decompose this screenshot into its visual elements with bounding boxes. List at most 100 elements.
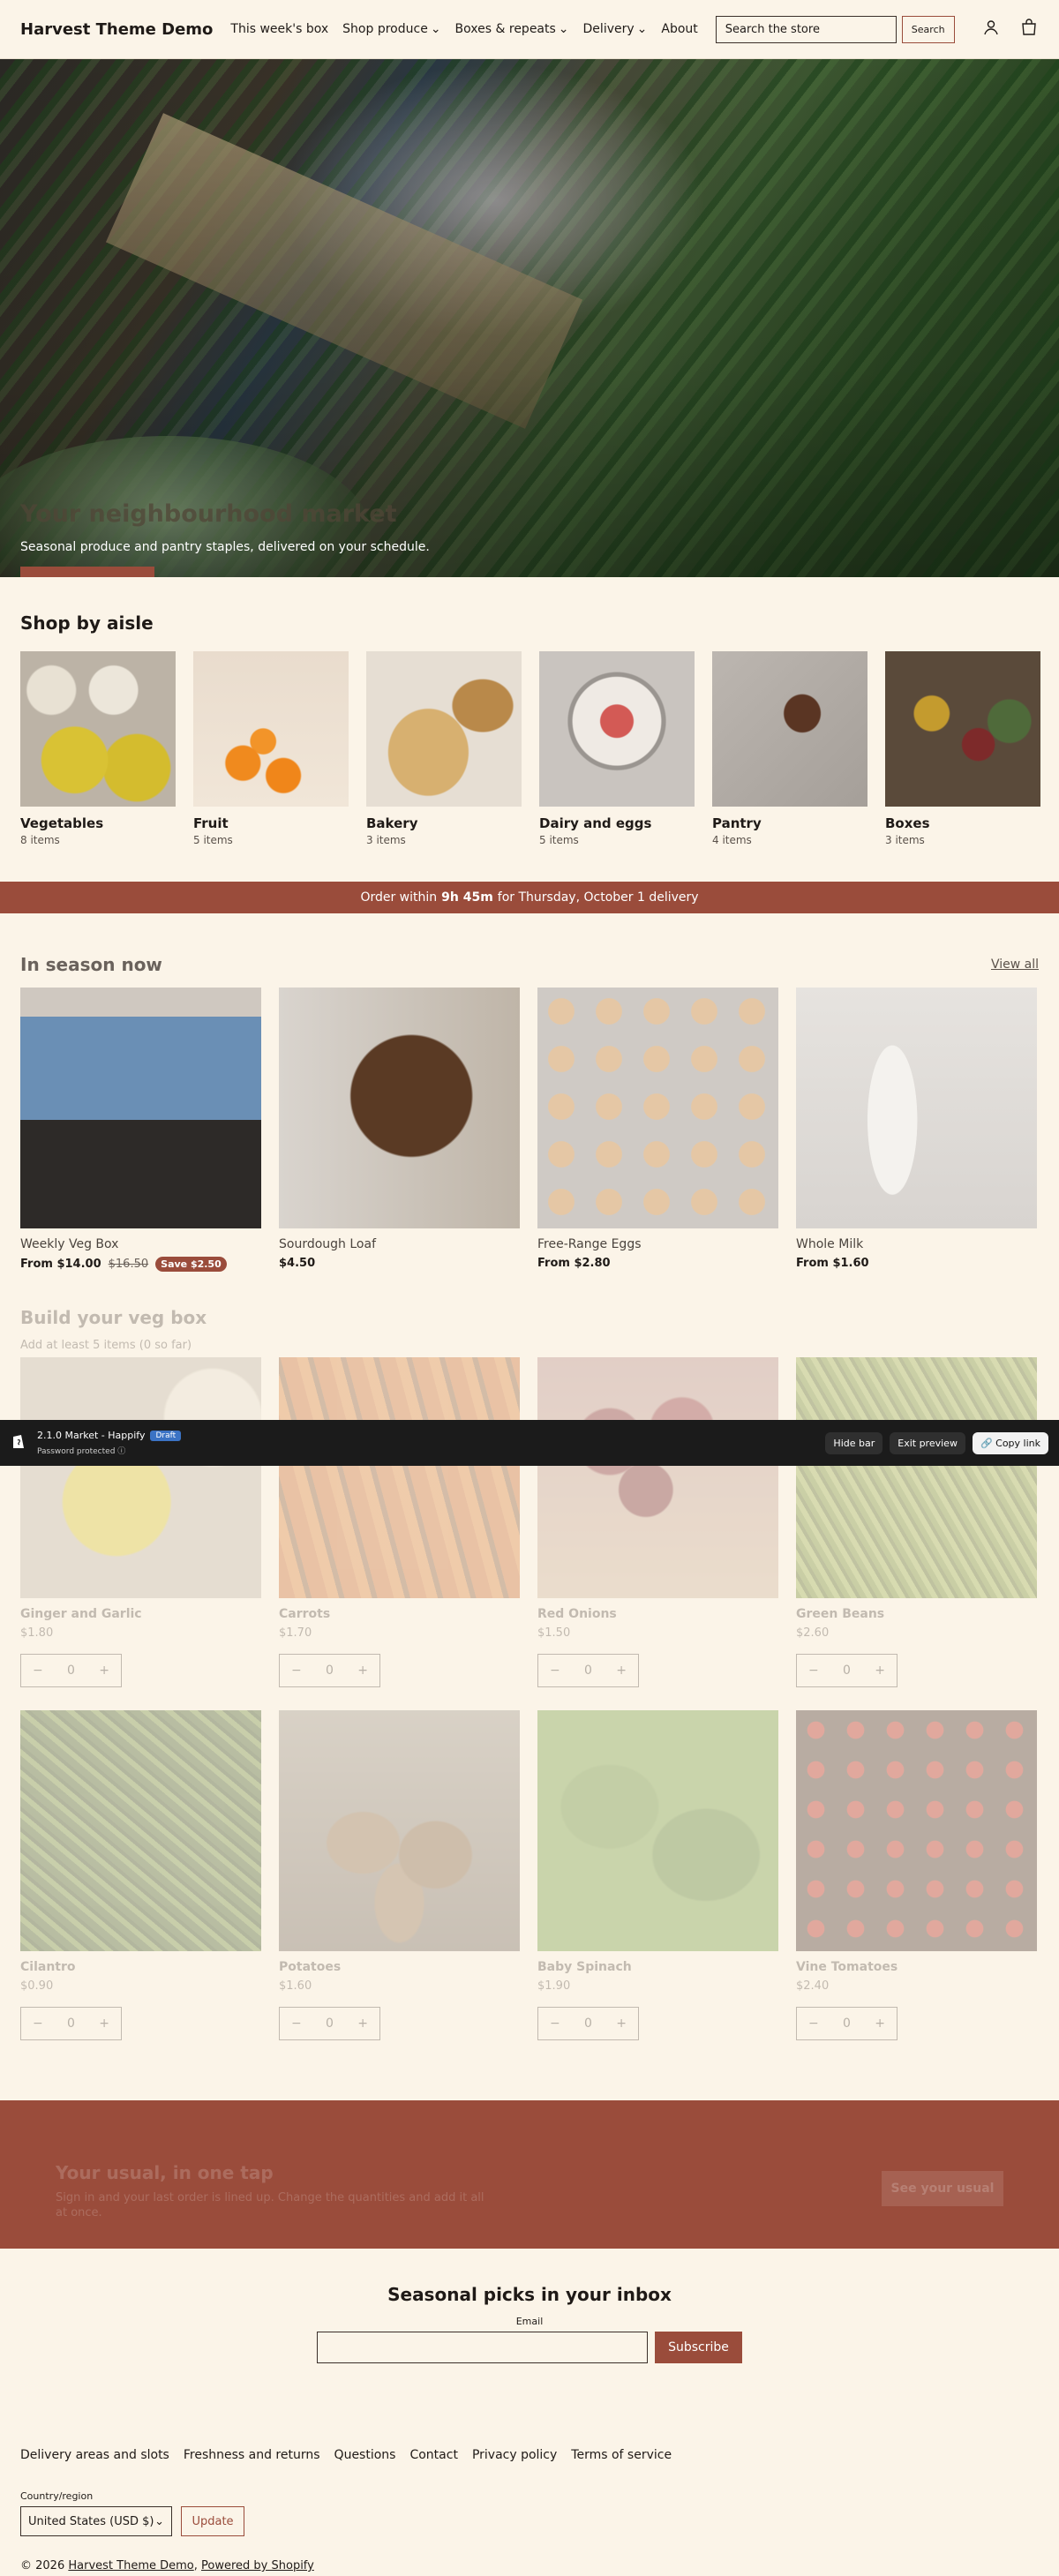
veg-card[interactable]: Green Beans $2.60 − 0 + <box>796 1357 1037 1687</box>
increase-button[interactable]: + <box>867 1664 893 1678</box>
increase-button[interactable]: + <box>608 2016 635 2031</box>
product-price: $1.50 <box>537 1626 571 1640</box>
aisle-image <box>712 651 867 807</box>
aisle-count: 3 items <box>885 834 925 846</box>
product-name: Red Onions <box>537 1607 617 1621</box>
nav-delivery[interactable]: Delivery ⌄ <box>583 22 648 36</box>
shop-the-market-button[interactable]: Shop the market <box>20 567 154 577</box>
copyright: © 2026 Harvest Theme Demo, Powered by Sh… <box>20 2559 314 2572</box>
hide-bar-button[interactable]: Hide bar <box>825 1431 883 1454</box>
product-card[interactable]: Weekly Veg Box From $14.00 $16.50 Save $… <box>20 988 261 1272</box>
product-card[interactable]: Free-Range Eggs From $2.80 <box>537 988 778 1272</box>
search-input[interactable] <box>715 15 897 43</box>
hero-title: Your neighbourhood market <box>20 500 397 528</box>
view-all-link[interactable]: View all <box>991 958 1039 972</box>
veg-card[interactable]: Ginger and Garlic $1.80 − 0 + <box>20 1357 261 1687</box>
footer-link[interactable]: Freshness and returns <box>184 2448 320 2462</box>
nav-about[interactable]: About <box>661 22 697 36</box>
decrease-button[interactable]: − <box>542 1664 568 1678</box>
product-price: From $2.80 <box>537 1257 778 1270</box>
product-price: $2.40 <box>796 1979 830 1993</box>
store-link[interactable]: Harvest Theme Demo <box>68 2559 193 2572</box>
aisle-card[interactable]: Pantry 4 items <box>712 651 867 846</box>
powered-by-link[interactable]: Powered by Shopify <box>201 2559 314 2572</box>
delivery-countdown-banner: Order within 9h 45m for Thursday, Octobe… <box>0 882 1059 913</box>
product-card[interactable]: Sourdough Loaf $4.50 <box>279 988 520 1272</box>
product-name: Vine Tomatoes <box>796 1960 898 1974</box>
quantity-value[interactable]: 0 <box>316 1664 342 1678</box>
product-name: Ginger and Garlic <box>20 1607 142 1621</box>
decrease-button[interactable]: − <box>25 1664 51 1678</box>
decrease-button[interactable]: − <box>283 2016 310 2031</box>
info-icon[interactable]: ⓘ <box>117 1447 125 1456</box>
aisle-card[interactable]: Vegetables 8 items <box>20 651 176 846</box>
quantity-value[interactable]: 0 <box>316 2016 342 2031</box>
increase-button[interactable]: + <box>91 2016 117 2031</box>
price-value: From $1.60 <box>796 1257 869 1270</box>
country-value: United States (USD $) <box>28 2514 154 2528</box>
aisle-count: 5 items <box>539 834 579 846</box>
veg-card[interactable]: Vine Tomatoes $2.40 − 0 + <box>796 1710 1037 2040</box>
product-price: $2.60 <box>796 1626 830 1640</box>
country-select[interactable]: United States (USD $) ⌄ <box>20 2506 172 2536</box>
aisle-card[interactable]: Fruit 5 items <box>193 651 349 846</box>
product-image <box>537 1357 778 1598</box>
increase-button[interactable]: + <box>91 1664 117 1678</box>
increase-button[interactable]: + <box>349 1664 376 1678</box>
footer-link[interactable]: Privacy policy <box>472 2448 557 2462</box>
nav-boxes-repeats[interactable]: Boxes & repeats ⌄ <box>455 22 569 36</box>
footer-link[interactable]: Terms of service <box>571 2448 672 2462</box>
cart-icon[interactable] <box>1019 18 1039 41</box>
veg-box-subtitle: Add at least 5 items (0 so far) <box>20 1339 192 1352</box>
increase-button[interactable]: + <box>867 2016 893 2031</box>
aisle-card[interactable]: Boxes 3 items <box>885 651 1040 846</box>
quantity-value[interactable]: 0 <box>57 1664 84 1678</box>
product-image <box>279 1710 520 1951</box>
product-image <box>537 1710 778 1951</box>
decrease-button[interactable]: − <box>800 1664 827 1678</box>
decrease-button[interactable]: − <box>800 2016 827 2031</box>
quantity-value[interactable]: 0 <box>575 2016 601 2031</box>
subscribe-button[interactable]: Subscribe <box>655 2332 742 2363</box>
copy-link-button[interactable]: 🔗 Copy link <box>972 1431 1048 1454</box>
aisle-card[interactable]: Dairy and eggs 5 items <box>539 651 695 846</box>
product-image <box>279 1357 520 1598</box>
product-price: $1.60 <box>279 1979 312 1993</box>
veg-card[interactable]: Red Onions $1.50 − 0 + <box>537 1357 778 1687</box>
footer-link[interactable]: Delivery areas and slots <box>20 2448 169 2462</box>
email-field[interactable] <box>317 2332 648 2363</box>
product-image <box>20 1357 261 1598</box>
see-your-usual-button[interactable]: See your usual <box>882 2171 1003 2206</box>
quantity-value[interactable]: 0 <box>57 2016 84 2031</box>
decrease-button[interactable]: − <box>283 1664 310 1678</box>
decrease-button[interactable]: − <box>25 2016 51 2031</box>
veg-card[interactable]: Potatoes $1.60 − 0 + <box>279 1710 520 2040</box>
footer-link[interactable]: Questions <box>334 2448 396 2462</box>
veg-card[interactable]: Carrots $1.70 − 0 + <box>279 1357 520 1687</box>
quantity-value[interactable]: 0 <box>833 2016 860 2031</box>
increase-button[interactable]: + <box>608 1664 635 1678</box>
exit-preview-button[interactable]: Exit preview <box>890 1431 965 1454</box>
footer-link[interactable]: Contact <box>409 2448 457 2462</box>
product-image <box>537 988 778 1228</box>
nav-this-weeks-box[interactable]: This week's box <box>230 22 328 36</box>
account-icon[interactable] <box>982 19 1000 40</box>
quantity-stepper: − 0 + <box>20 1654 122 1687</box>
nav-shop-produce[interactable]: Shop produce ⌄ <box>342 22 440 36</box>
increase-button[interactable]: + <box>349 2016 376 2031</box>
search-button[interactable]: Search <box>901 15 955 43</box>
store-logo[interactable]: Harvest Theme Demo <box>20 20 213 39</box>
footer-links: Delivery areas and slots Freshness and r… <box>20 2448 1039 2462</box>
product-name: Whole Milk <box>796 1237 864 1251</box>
quantity-value[interactable]: 0 <box>575 1664 601 1678</box>
countdown-prefix: Order within <box>360 890 438 905</box>
product-card[interactable]: Whole Milk From $1.60 <box>796 988 1037 1272</box>
veg-card[interactable]: Cilantro $0.90 − 0 + <box>20 1710 261 2040</box>
aisle-name: Vegetables <box>20 815 104 831</box>
veg-card[interactable]: Baby Spinach $1.90 − 0 + <box>537 1710 778 2040</box>
update-button[interactable]: Update <box>181 2506 244 2536</box>
quantity-value[interactable]: 0 <box>833 1664 860 1678</box>
decrease-button[interactable]: − <box>542 2016 568 2031</box>
quantity-stepper: − 0 + <box>537 1654 639 1687</box>
aisle-card[interactable]: Bakery 3 items <box>366 651 522 846</box>
